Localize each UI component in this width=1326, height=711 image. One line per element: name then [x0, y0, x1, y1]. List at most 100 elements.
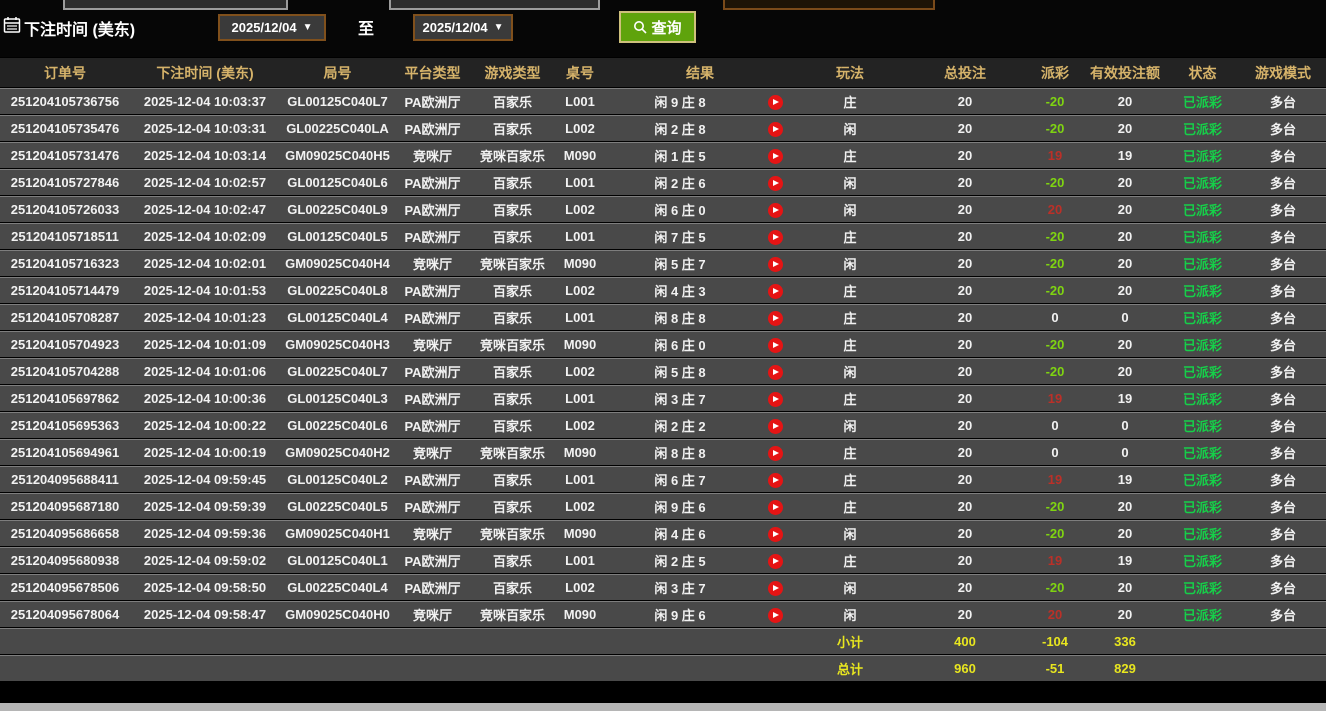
order-no-cell: 251204105736756	[0, 88, 130, 114]
replay-cell	[755, 142, 795, 168]
table-no-cell: L002	[555, 358, 605, 384]
platform-cell: PA欧洲厅	[395, 412, 470, 438]
bet-time-cell: 2025-12-04 10:00:19	[130, 439, 280, 465]
payout-cell: -20	[1025, 493, 1085, 519]
round-no-cell: GM09025C040H2	[280, 439, 395, 465]
game-type-cell: 百家乐	[470, 196, 555, 222]
table-header-row: 订单号 下注时间 (美东) 局号 平台类型 游戏类型 桌号 结果 玩法 总投注 …	[0, 58, 1326, 87]
total-bet-cell: 20	[905, 358, 1025, 384]
status-cell: 已派彩	[1165, 304, 1240, 330]
replay-play-icon[interactable]	[768, 176, 783, 191]
replay-play-icon[interactable]	[768, 122, 783, 137]
payout-cell: -20	[1025, 331, 1085, 357]
game-mode-cell: 多台	[1240, 304, 1326, 330]
replay-play-icon[interactable]	[768, 527, 783, 542]
cutoff-input-3[interactable]	[723, 0, 935, 10]
play-type-cell: 庄	[795, 277, 905, 303]
order-no-cell: 251204095678064	[0, 601, 130, 627]
round-no-cell: GM09025C040H4	[280, 250, 395, 276]
platform-cell: 竞咪厅	[395, 331, 470, 357]
game-type-cell: 百家乐	[470, 412, 555, 438]
status-cell: 已派彩	[1165, 385, 1240, 411]
replay-play-icon[interactable]	[768, 608, 783, 623]
payout-cell: 19	[1025, 466, 1085, 492]
game-mode-cell: 多台	[1240, 601, 1326, 627]
valid-bet-cell: 20	[1085, 601, 1165, 627]
status-cell: 已派彩	[1165, 115, 1240, 141]
play-type-cell: 庄	[795, 493, 905, 519]
status-cell: 已派彩	[1165, 412, 1240, 438]
table-no-cell: L002	[555, 277, 605, 303]
replay-play-icon[interactable]	[768, 392, 783, 407]
replay-cell	[755, 601, 795, 627]
game-mode-cell: 多台	[1240, 250, 1326, 276]
table-row: 251204105714479 2025-12-04 10:01:53 GL00…	[0, 277, 1326, 303]
date-from-select[interactable]: 2025/12/04 ▼	[218, 14, 326, 41]
table-no-cell: L001	[555, 223, 605, 249]
status-cell: 已派彩	[1165, 493, 1240, 519]
table-no-cell: L001	[555, 88, 605, 114]
order-no-cell: 251204105714479	[0, 277, 130, 303]
order-no-cell: 251204105731476	[0, 142, 130, 168]
replay-play-icon[interactable]	[768, 95, 783, 110]
total-bet-cell: 20	[905, 142, 1025, 168]
replay-play-icon[interactable]	[768, 365, 783, 380]
replay-play-icon[interactable]	[768, 311, 783, 326]
order-no-cell: 251204105695363	[0, 412, 130, 438]
replay-play-icon[interactable]	[768, 473, 783, 488]
subtotal-label: 小计	[795, 628, 905, 654]
replay-play-icon[interactable]	[768, 338, 783, 353]
replay-play-icon[interactable]	[768, 284, 783, 299]
search-button[interactable]: 查询	[619, 11, 696, 43]
play-type-cell: 闲	[795, 412, 905, 438]
table-row: 251204105727846 2025-12-04 10:02:57 GL00…	[0, 169, 1326, 195]
date-to-select[interactable]: 2025/12/04 ▼	[413, 14, 513, 41]
cutoff-input-1[interactable]	[63, 0, 288, 10]
valid-bet-cell: 20	[1085, 223, 1165, 249]
bet-time-cell: 2025-12-04 10:02:01	[130, 250, 280, 276]
round-no-cell: GM09025C040H5	[280, 142, 395, 168]
bet-time-cell: 2025-12-04 10:02:47	[130, 196, 280, 222]
valid-bet-cell: 20	[1085, 115, 1165, 141]
table-no-cell: L002	[555, 412, 605, 438]
game-mode-cell: 多台	[1240, 493, 1326, 519]
result-cell: 闲 6 庄 7	[605, 466, 755, 492]
replay-cell	[755, 223, 795, 249]
platform-cell: 竞咪厅	[395, 520, 470, 546]
game-type-cell: 百家乐	[470, 358, 555, 384]
payout-cell: -20	[1025, 169, 1085, 195]
game-mode-cell: 多台	[1240, 412, 1326, 438]
total-label: 总计	[795, 655, 905, 681]
replay-play-icon[interactable]	[768, 446, 783, 461]
valid-bet-cell: 0	[1085, 412, 1165, 438]
replay-play-icon[interactable]	[768, 230, 783, 245]
replay-play-icon[interactable]	[768, 500, 783, 515]
search-icon	[633, 20, 648, 35]
horizontal-scrollbar[interactable]	[0, 703, 1326, 711]
replay-play-icon[interactable]	[768, 419, 783, 434]
table-row: 251204095688411 2025-12-04 09:59:45 GL00…	[0, 466, 1326, 492]
col-status: 状态	[1165, 58, 1240, 87]
valid-bet-cell: 20	[1085, 520, 1165, 546]
game-mode-cell: 多台	[1240, 88, 1326, 114]
play-type-cell: 庄	[795, 304, 905, 330]
replay-play-icon[interactable]	[768, 203, 783, 218]
cutoff-input-2[interactable]	[389, 0, 600, 10]
play-type-cell: 庄	[795, 385, 905, 411]
replay-play-icon[interactable]	[768, 149, 783, 164]
game-type-cell: 竞咪百家乐	[470, 250, 555, 276]
round-no-cell: GL00125C040L5	[280, 223, 395, 249]
table-row: 251204105694961 2025-12-04 10:00:19 GM09…	[0, 439, 1326, 465]
valid-bet-cell: 20	[1085, 250, 1165, 276]
play-type-cell: 闲	[795, 169, 905, 195]
table-row: 251204095686658 2025-12-04 09:59:36 GM09…	[0, 520, 1326, 546]
replay-play-icon[interactable]	[768, 554, 783, 569]
status-cell: 已派彩	[1165, 88, 1240, 114]
bet-time-cell: 2025-12-04 10:01:53	[130, 277, 280, 303]
replay-play-icon[interactable]	[768, 257, 783, 272]
replay-play-icon[interactable]	[768, 581, 783, 596]
table-no-cell: M090	[555, 439, 605, 465]
order-no-cell: 251204105694961	[0, 439, 130, 465]
replay-cell	[755, 331, 795, 357]
col-bet-time: 下注时间 (美东)	[130, 58, 280, 87]
